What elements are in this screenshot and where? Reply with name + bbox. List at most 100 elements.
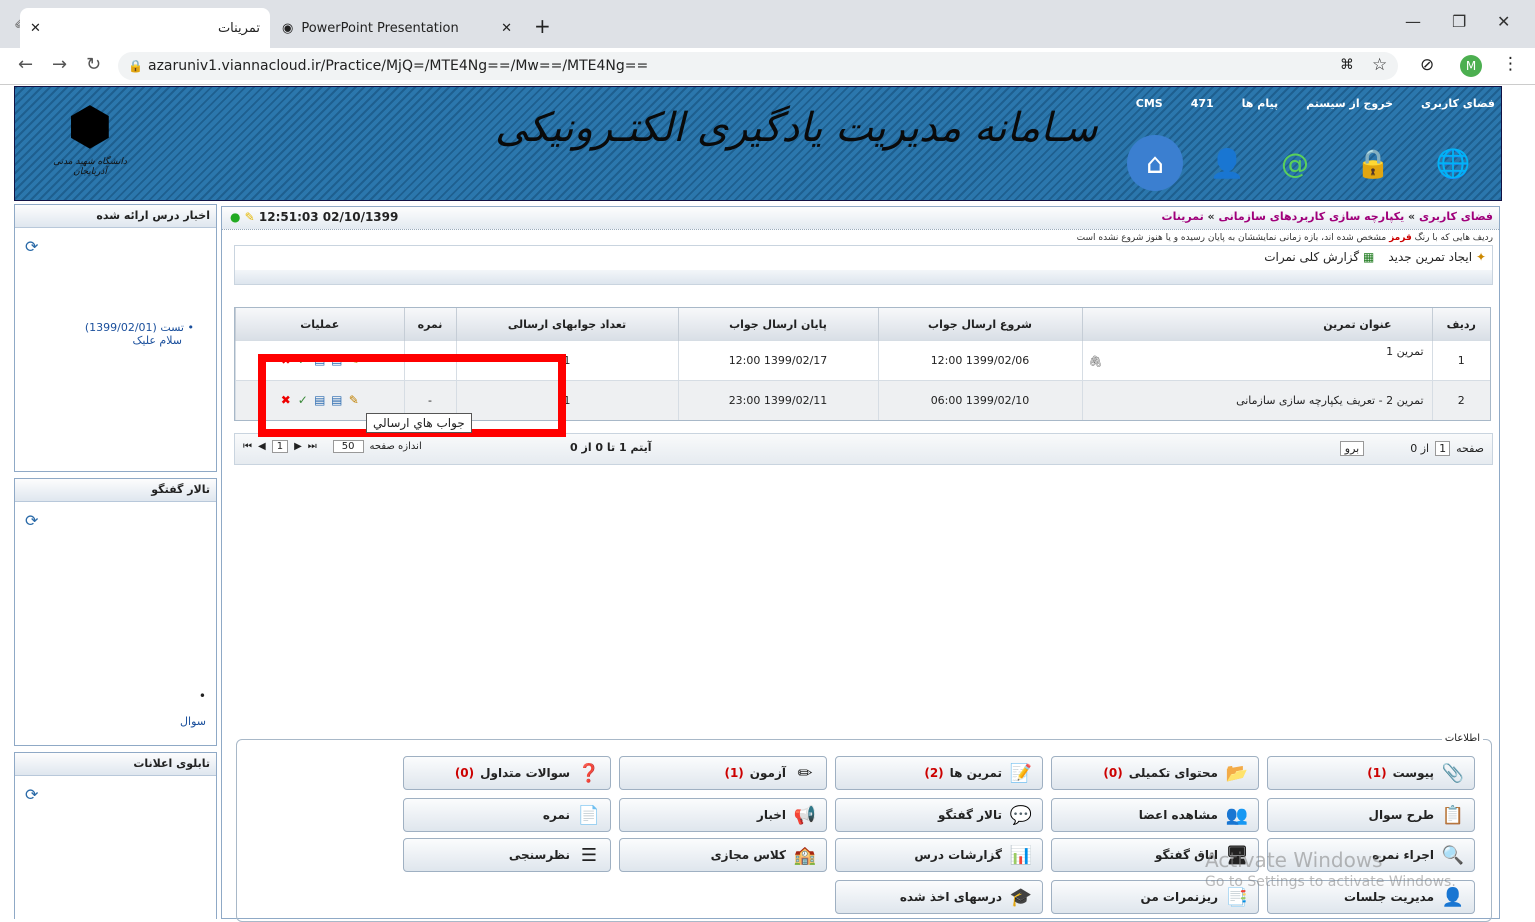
breadcrumb-course[interactable]: یکپارچه سازی کاربردهای سازمانی xyxy=(1218,210,1404,223)
cell-end: 1399/02/17 12:00 xyxy=(677,340,878,381)
browser-tab-active[interactable]: ✕ تمرینات xyxy=(20,8,270,48)
create-practice-label: ایجاد تمرین جدید xyxy=(1388,250,1473,264)
workspace-link[interactable]: فضای کاربری xyxy=(1421,97,1495,110)
module-button[interactable]: مشاهده اعضا 👥 xyxy=(1051,798,1259,832)
windows-watermark: Activate Windows Go to Settings to activ… xyxy=(1205,849,1456,893)
col-end[interactable]: پایان ارسال جواب xyxy=(677,308,878,341)
module-button[interactable]: نمره 📄 xyxy=(403,798,611,832)
module-button[interactable]: (0) سوالات متداول ❓ xyxy=(403,756,611,790)
module-button[interactable]: نظرسنجی ☰ xyxy=(403,838,611,872)
messages-link[interactable]: پیام ها xyxy=(1242,97,1278,110)
module-button[interactable]: (0) محتوای تکمیلی 📂 xyxy=(1051,756,1259,790)
menu-icon[interactable]: ⋮ xyxy=(1502,54,1519,74)
module-button[interactable]: (1) آزمون ✏ xyxy=(619,756,827,790)
module-button[interactable]: تالار گفتگو 💬 xyxy=(835,798,1043,832)
actions-strip xyxy=(235,270,1492,284)
page-input[interactable]: 1 xyxy=(1435,441,1451,456)
module-icon: 📎 xyxy=(1441,762,1465,784)
refresh-icon[interactable]: ⟳ xyxy=(25,785,38,804)
module-label: آزمون xyxy=(749,766,786,780)
module-icon: 📂 xyxy=(1225,762,1249,784)
module-button[interactable]: طرح سوال 📋 xyxy=(1267,798,1475,832)
module-label: نظرسنجی xyxy=(508,848,570,862)
module-icon: 🎓 xyxy=(1009,886,1033,908)
forum-link[interactable]: سوال xyxy=(180,715,206,728)
refresh-icon[interactable]: ⟳ xyxy=(25,511,38,530)
address-bar[interactable]: 🔒 azaruniv1.viannacloud.ir/Practice/MjQ=… xyxy=(118,52,1398,80)
refresh-icon[interactable]: ⟳ xyxy=(25,237,38,256)
grade-report-link[interactable]: ▦ گزارش کلی نمرات xyxy=(1264,250,1374,264)
module-label: درسهای اخذ شده xyxy=(899,890,1002,904)
restore-button[interactable]: ❐ xyxy=(1452,12,1466,31)
module-button[interactable]: (1) پیوست 📎 xyxy=(1267,756,1475,790)
translate-icon[interactable]: ⌘ xyxy=(1340,57,1354,73)
minimize-button[interactable]: — xyxy=(1405,12,1421,31)
first-page-button[interactable]: ⏮ xyxy=(243,441,252,452)
module-button[interactable]: درسهای اخذ شده 🎓 xyxy=(835,880,1043,914)
forward-button[interactable]: → xyxy=(52,54,67,75)
info-note: ردیف هایی که با رنگ قرمز مشخص شده اند، ب… xyxy=(1077,233,1493,243)
star-icon[interactable]: ☆ xyxy=(1372,55,1387,75)
extension-icon[interactable]: ⊘ xyxy=(1420,55,1434,75)
practice-title-link[interactable]: تمرین 2 - تعریف یکپارچه سازی سازمانی xyxy=(1236,394,1423,407)
top-links: CMS 471 پیام ها خروج از سیستم فضای کاربر… xyxy=(1136,97,1495,110)
current-page-button[interactable]: 1 xyxy=(271,440,289,453)
col-grade[interactable]: نمره xyxy=(403,308,456,341)
cms-link[interactable]: CMS xyxy=(1136,97,1163,110)
page-size-select[interactable]: 50 xyxy=(332,440,364,453)
cell-num: 2 xyxy=(1431,380,1490,420)
status-green-icon: ● xyxy=(230,210,241,224)
browser-tab-powerpoint[interactable]: ◉ PowerPoint Presentation ✕ xyxy=(272,8,522,48)
breadcrumb: فضای کاربری » یکپارچه سازی کاربردهای ساز… xyxy=(1161,210,1493,223)
module-label: سوالات متداول xyxy=(480,766,570,780)
close-window-button[interactable]: ✕ xyxy=(1497,12,1510,31)
reload-button[interactable]: ↻ xyxy=(86,54,101,75)
module-button[interactable]: (2) تمرین ها 📝 xyxy=(835,756,1043,790)
user-icon[interactable]: 👤 xyxy=(1199,135,1255,191)
email-icon[interactable]: @ xyxy=(1267,135,1323,191)
note-red-word: قرمز xyxy=(1389,233,1412,243)
practice-title-link[interactable]: تمرین 1 xyxy=(1386,345,1423,358)
last-page-button[interactable]: ⏭ xyxy=(308,441,317,452)
module-button[interactable]: گزارشات درس 📊 xyxy=(835,838,1043,872)
message-count: 471 xyxy=(1190,97,1214,110)
news-panel: اخبار درس ارائه شده ⟳ تست (1399/02/01) •… xyxy=(14,204,217,472)
news-item[interactable]: تست (1399/02/01) • سلام علیک xyxy=(85,321,194,347)
main-panel: فضای کاربری » یکپارچه سازی کاربردهای ساز… xyxy=(221,206,1500,922)
wand-icon: ✦ xyxy=(1475,250,1486,264)
module-icon: 📢 xyxy=(793,804,817,826)
board-panel-title: تابلوی اعلانات xyxy=(15,753,216,776)
tab-close-icon[interactable]: ✕ xyxy=(501,21,512,36)
module-label: تمرین ها xyxy=(949,766,1002,780)
col-count[interactable]: تعداد جوابهای ارسالی xyxy=(455,308,678,341)
news-item-title[interactable]: تست (1399/02/01) xyxy=(85,321,184,334)
col-row-num[interactable]: ردیف xyxy=(1431,308,1490,341)
next-page-button[interactable]: ▶ xyxy=(294,441,302,452)
prev-page-button[interactable]: ◀ xyxy=(258,441,266,452)
browser-toolbar: ← → ↻ 🔒 azaruniv1.viannacloud.ir/Practic… xyxy=(0,48,1535,85)
logout-link[interactable]: خروج از سیستم xyxy=(1306,97,1393,110)
home-icon[interactable]: ⌂ xyxy=(1127,135,1183,191)
page: ⬢ دانشگاه شهید مدنی آذربایجان سـامانه مد… xyxy=(14,86,1514,922)
cell-num: 1 xyxy=(1431,340,1490,381)
col-title[interactable]: عنوان تمرین xyxy=(1081,308,1432,341)
new-tab-button[interactable]: + xyxy=(534,14,551,38)
lock-icon[interactable]: 🔒 xyxy=(1345,135,1401,191)
logo-caption: دانشگاه شهید مدنی آذربایجان xyxy=(53,157,127,177)
go-button[interactable]: برو xyxy=(1339,441,1365,456)
attachment-icon[interactable]: 🖇 xyxy=(1089,355,1103,368)
network-globe-icon[interactable]: 🌐 xyxy=(1425,135,1481,191)
cell-start: 1399/02/10 06:00 xyxy=(877,380,1082,420)
create-practice-link[interactable]: ✦ ایجاد تمرین جدید xyxy=(1388,250,1486,264)
module-button[interactable]: کلاس مجازی 🏫 xyxy=(619,838,827,872)
col-start[interactable]: شروع ارسال جواب xyxy=(877,308,1082,341)
tab-close-icon[interactable]: ✕ xyxy=(30,21,41,36)
avatar[interactable]: M xyxy=(1460,55,1482,77)
excel-icon: ▦ xyxy=(1362,250,1375,264)
breadcrumb-bar: فضای کاربری » یکپارچه سازی کاربردهای ساز… xyxy=(222,207,1499,230)
tooltip-answers: جواب هاي ارسالي xyxy=(366,413,472,433)
breadcrumb-workspace[interactable]: فضای کاربری xyxy=(1419,210,1493,223)
module-count: (1) xyxy=(1367,766,1387,780)
back-button[interactable]: ← xyxy=(18,54,33,75)
module-button[interactable]: اخبار 📢 xyxy=(619,798,827,832)
